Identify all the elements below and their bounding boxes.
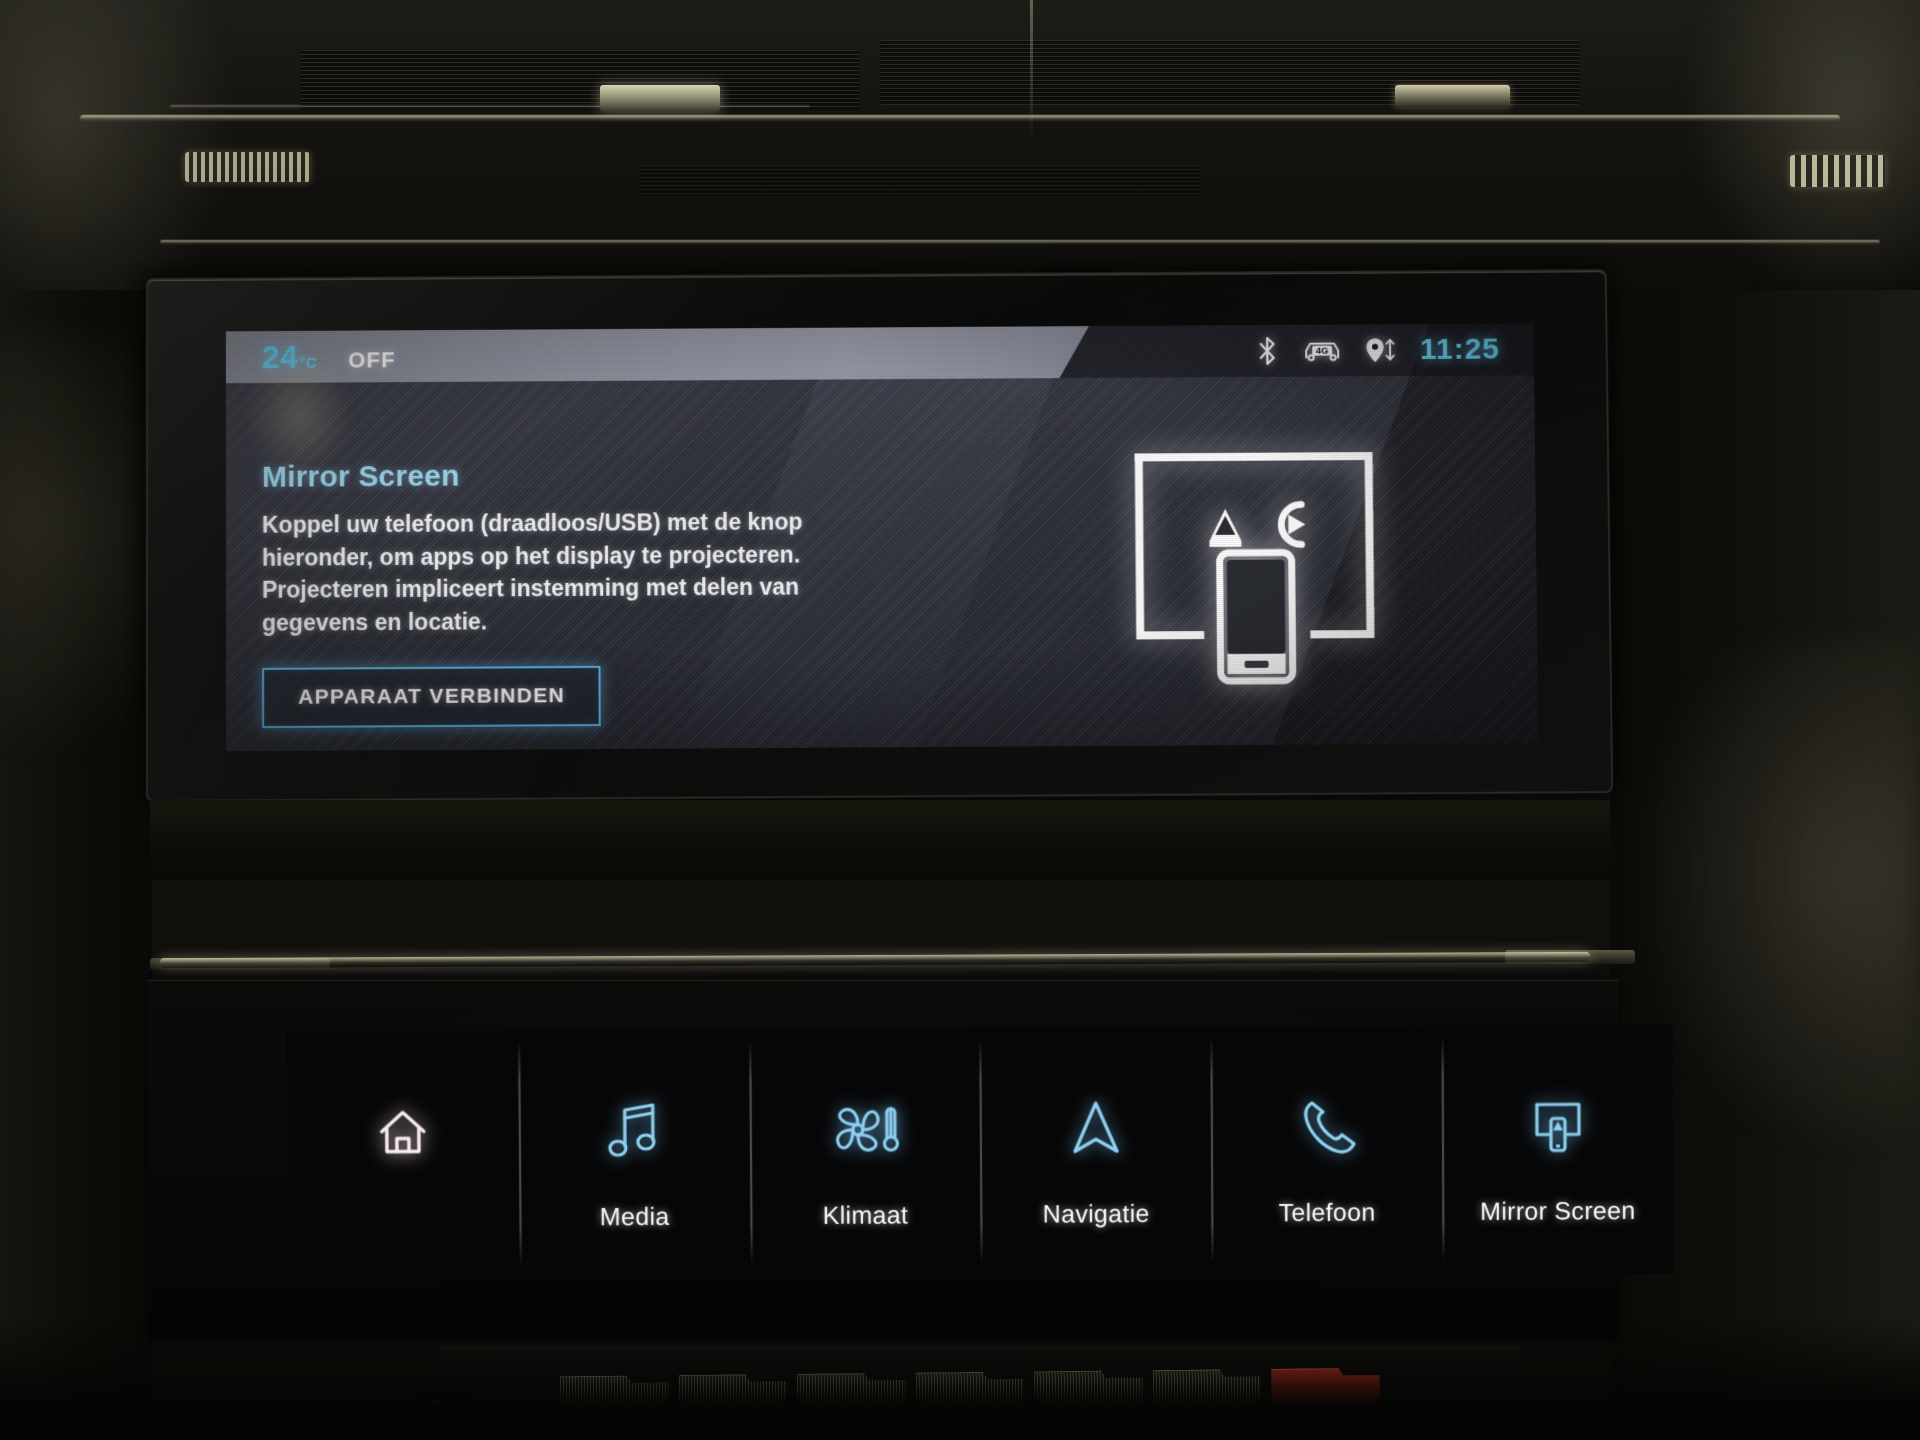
climate-temperature[interactable]: 24°C <box>262 338 317 375</box>
sidebar-item-media[interactable]: Media <box>518 1029 751 1280</box>
speaker-grille-right <box>1790 155 1885 187</box>
sidebar-item-telefoon[interactable]: Telefoon <box>1211 1025 1443 1276</box>
console-shadow <box>0 1320 1920 1440</box>
mirror-screen-illustration-column <box>985 375 1539 746</box>
carplay-icon <box>1277 501 1306 549</box>
nav-label-telefoon: Telefoon <box>1278 1198 1376 1227</box>
vent-adjust-tab-right[interactable] <box>1395 85 1510 107</box>
dashboard-seam <box>1030 0 1033 140</box>
dashboard-upper <box>0 0 1920 360</box>
description-line-4: gegevens en locatie. <box>262 608 488 636</box>
nav-label-navigatie: Navigatie <box>1042 1199 1150 1229</box>
lower-control-panel: Home Media <box>147 979 1674 1340</box>
music-note-icon <box>603 1084 666 1176</box>
speaker-grille-left <box>185 152 310 182</box>
infotainment-display-unit: 24°C OFF 4G 11:25 Mirror Screen Koppel u… <box>147 271 1612 801</box>
location-sharing-icon[interactable] <box>1364 335 1398 365</box>
vent-adjust-tab-center[interactable] <box>600 85 720 111</box>
sidebar-item-mirror-screen[interactable]: Mirror Screen <box>1442 1024 1674 1275</box>
description-line-3: Projecteren impliceert instemming met de… <box>262 573 800 604</box>
status-bar-left: 24°C OFF <box>226 338 396 376</box>
page-title: Mirror Screen <box>261 459 460 494</box>
chrome-divider-bar <box>159 951 1591 969</box>
status-bar-right: 4G 11:25 <box>1254 332 1534 368</box>
climate-state-label[interactable]: OFF <box>348 347 396 373</box>
sidebar-item-navigatie[interactable]: Navigatie <box>980 1027 1212 1278</box>
screen-mirror-icon <box>1524 1079 1590 1171</box>
dashboard-trim-mid <box>160 240 1880 245</box>
navigation-arrow-icon <box>1065 1082 1127 1174</box>
nav-label-media: Media <box>599 1202 670 1231</box>
mirror-screen-page: Mirror Screen Koppel uw telefoon (draadl… <box>226 375 1539 751</box>
air-vent-left <box>300 50 860 110</box>
temperature-unit: °C <box>299 354 318 372</box>
svg-text:4G: 4G <box>1316 346 1329 356</box>
bluetooth-icon[interactable] <box>1254 336 1280 366</box>
android-auto-icon <box>1209 509 1242 548</box>
display-lower-bezel <box>150 800 1610 880</box>
phone-handset-icon <box>1295 1080 1357 1172</box>
sidebar-item-klimaat[interactable]: Klimaat <box>749 1028 981 1279</box>
infotainment-screen[interactable]: 24°C OFF 4G 11:25 Mirror Screen Koppel u… <box>225 323 1539 752</box>
nav-label-klimaat: Klimaat <box>822 1200 909 1230</box>
air-vent-center <box>640 165 1200 195</box>
mirror-screen-illustration <box>1135 452 1374 714</box>
nav-label-mirror-screen: Mirror Screen <box>1480 1196 1636 1226</box>
clock: 11:25 <box>1419 332 1501 366</box>
smartphone <box>1219 553 1292 682</box>
navigation-bar: Home Media <box>286 1023 1674 1283</box>
page-description: Koppel uw telefoon (draadloos/USB) met d… <box>262 505 893 640</box>
4g-car-connectivity-icon[interactable]: 4G <box>1302 336 1342 366</box>
description-line-2: hieronder, om apps op het display te pro… <box>261 541 801 571</box>
connect-device-button[interactable]: APPARAAT VERBINDEN <box>262 665 602 728</box>
fan-thermometer-icon <box>827 1083 904 1175</box>
sidebar-item-home[interactable]: Home <box>287 1031 520 1282</box>
car-interior-photo: 24°C OFF 4G 11:25 Mirror Screen Koppel u… <box>0 0 1920 1440</box>
dashboard-trim-upper <box>80 115 1840 122</box>
description-line-1: Koppel uw telefoon (draadloos/USB) met d… <box>261 508 803 538</box>
mirror-screen-text-column: Mirror Screen Koppel uw telefoon (draadl… <box>226 379 987 752</box>
home-icon <box>372 1086 435 1178</box>
status-bar: 24°C OFF 4G 11:25 <box>225 323 1535 384</box>
